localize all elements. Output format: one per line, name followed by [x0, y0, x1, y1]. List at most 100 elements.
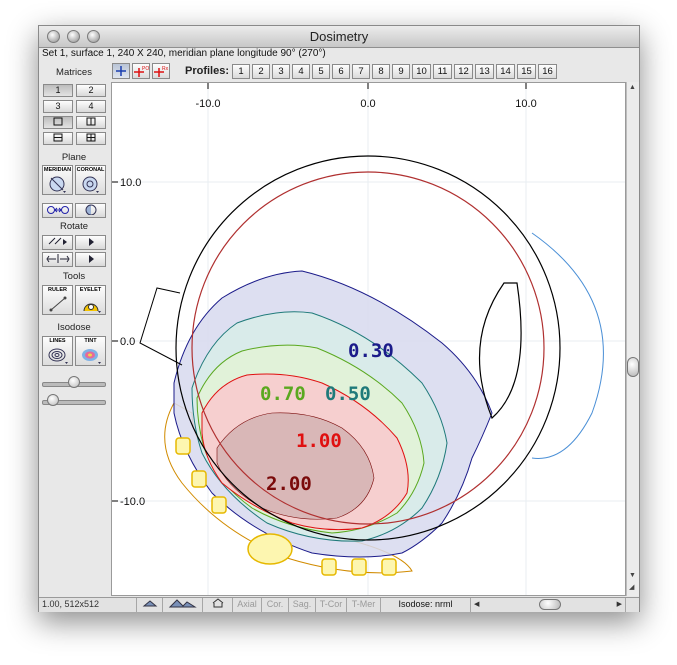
plane-options-button[interactable] [75, 203, 106, 218]
scroll-left-arrow-icon[interactable]: ◀ [474, 598, 479, 611]
isodose-tint-button[interactable]: TINT [75, 336, 106, 366]
eyelet-icon [83, 303, 101, 313]
isodose-lines-icon [48, 348, 68, 364]
eye-meridian-icon [49, 176, 66, 193]
y-tick-label: 0.0 [120, 336, 135, 348]
vertical-scrollbar[interactable]: ▲ ▼ ◢ [626, 82, 639, 596]
rotate-ccw-button[interactable] [42, 235, 73, 250]
profile-11-button[interactable]: 11 [433, 64, 452, 79]
dose-plot: -10.0 0.0 10.0 10.0 0.0 -10.0 0.30 0.50 … [112, 83, 625, 595]
scroll-down-arrow-icon[interactable]: ▼ [629, 572, 636, 579]
isodose-label-100: 1.00 [296, 430, 342, 452]
split-vertical-button[interactable] [76, 116, 106, 129]
mountain-large-icon [168, 599, 197, 608]
play-right-icon [88, 238, 94, 246]
profile-6-button[interactable]: 6 [332, 64, 350, 79]
svg-text:Rx: Rx [162, 66, 169, 72]
matrix-1-button[interactable]: 1 [43, 84, 73, 97]
isodose-label-050: 0.50 [325, 383, 371, 405]
home-button[interactable] [203, 598, 233, 612]
profile-14-button[interactable]: 14 [496, 64, 515, 79]
poi-crosshair-icon: POI [134, 66, 151, 77]
lines-label: LINES [49, 338, 66, 344]
slider-thumb[interactable] [47, 394, 59, 406]
play-right-icon [88, 255, 94, 263]
meridian-label: MERIDIAN [43, 167, 72, 173]
dose-plot-canvas[interactable]: -10.0 0.0 10.0 10.0 0.0 -10.0 0.30 0.50 … [111, 82, 626, 596]
y-tick-label: -10.0 [120, 496, 145, 508]
status-bar: 1.00, 512x512 Axial Cor. Sag. T-Cor T-Me… [39, 597, 639, 612]
profile-16-button[interactable]: 16 [538, 64, 557, 79]
matrix-3-button[interactable]: 3 [43, 100, 73, 113]
profile-2-button[interactable]: 2 [252, 64, 270, 79]
isodose-lines-button[interactable]: LINES [42, 336, 73, 366]
scroll-up-arrow-icon[interactable]: ▲ [629, 84, 636, 91]
eye-coronal-icon [82, 176, 99, 193]
view-tmer[interactable]: T-Mer [347, 598, 381, 612]
profiles-toolbar: POI Rx Profiles: 12345678910111213141516 [112, 63, 637, 81]
matrix-2-button[interactable]: 2 [76, 84, 106, 97]
y-tick-label: 10.0 [120, 177, 141, 189]
profile-5-button[interactable]: 5 [312, 64, 330, 79]
x-tick-label: -10.0 [195, 98, 220, 110]
zoom-in-button[interactable] [163, 598, 203, 612]
profile-7-button[interactable]: 7 [352, 64, 370, 79]
title-bar[interactable]: Dosimetry [39, 26, 639, 48]
resize-grip-icon[interactable]: ◢ [629, 583, 634, 591]
translate-button[interactable] [42, 252, 73, 267]
matrix-4-button[interactable]: 4 [76, 100, 106, 113]
zoom-status: 1.00, 512x512 [39, 598, 137, 612]
profile-13-button[interactable]: 13 [475, 64, 494, 79]
isodose-label: Isodose [57, 322, 91, 333]
view-coronal[interactable]: Cor. [262, 598, 289, 612]
view-axial[interactable]: Axial [233, 598, 262, 612]
eyelet-label: EYELET [79, 287, 102, 293]
zoom-out-button[interactable] [137, 598, 163, 612]
profile-1-button[interactable]: 1 [232, 64, 250, 79]
tool-sidebar: Matrices 1 2 3 4 Plane MERIDIAN CORONAL [39, 63, 109, 596]
hscroll-thumb[interactable] [539, 599, 561, 610]
translate-arrows-icon [45, 254, 70, 263]
flip-plane-button[interactable] [42, 203, 73, 218]
rotate-tool-icon [48, 237, 67, 245]
dose-slider-2[interactable] [42, 394, 106, 406]
rx-crosshair-icon: Rx [154, 66, 169, 77]
rotate-right-button[interactable] [75, 235, 106, 250]
meridian-plane-button[interactable]: MERIDIAN [42, 165, 73, 195]
profile-15-button[interactable]: 15 [517, 64, 536, 79]
isodose-tint-icon [82, 349, 101, 364]
split-quad-button[interactable] [76, 132, 106, 145]
profile-4-button[interactable]: 4 [292, 64, 310, 79]
rx-crosshair-button[interactable]: Rx [152, 63, 170, 79]
profile-10-button[interactable]: 10 [412, 64, 431, 79]
scroll-thumb[interactable] [627, 357, 639, 377]
crosshair-button[interactable] [112, 63, 130, 79]
view-sagittal[interactable]: Sag. [289, 598, 316, 612]
window-title: Dosimetry [309, 29, 369, 44]
coronal-plane-button[interactable]: CORONAL [75, 165, 106, 195]
horizontal-scrollbar[interactable]: ◀ ▶ [471, 598, 626, 612]
ruler-icon [49, 296, 67, 312]
view-tcor[interactable]: T-Cor [316, 598, 347, 612]
scroll-right-arrow-icon[interactable]: ▶ [617, 598, 622, 611]
x-tick-label: 10.0 [515, 98, 536, 110]
matrices-label: Matrices [56, 67, 92, 78]
cornea-outline [531, 232, 604, 459]
translate-right-button[interactable] [75, 252, 106, 267]
crosshair-icon [116, 66, 126, 76]
svg-text:POI: POI [142, 66, 149, 72]
ruler-tool-button[interactable]: RULER [42, 285, 73, 315]
profile-3-button[interactable]: 3 [272, 64, 290, 79]
single-view-button[interactable] [43, 116, 73, 129]
x-tick-label: 0.0 [360, 98, 375, 110]
profile-12-button[interactable]: 12 [454, 64, 473, 79]
poi-crosshair-button[interactable]: POI [132, 63, 151, 79]
profile-9-button[interactable]: 9 [392, 64, 410, 79]
tools-label: Tools [62, 271, 86, 282]
split-horizontal-button[interactable] [43, 132, 73, 145]
eyelet-tool-button[interactable]: EYELET [75, 285, 106, 315]
dose-slider-1[interactable] [42, 376, 106, 388]
profile-8-button[interactable]: 8 [372, 64, 390, 79]
split-horizontal-icon [53, 133, 63, 142]
slider-thumb[interactable] [68, 376, 80, 388]
